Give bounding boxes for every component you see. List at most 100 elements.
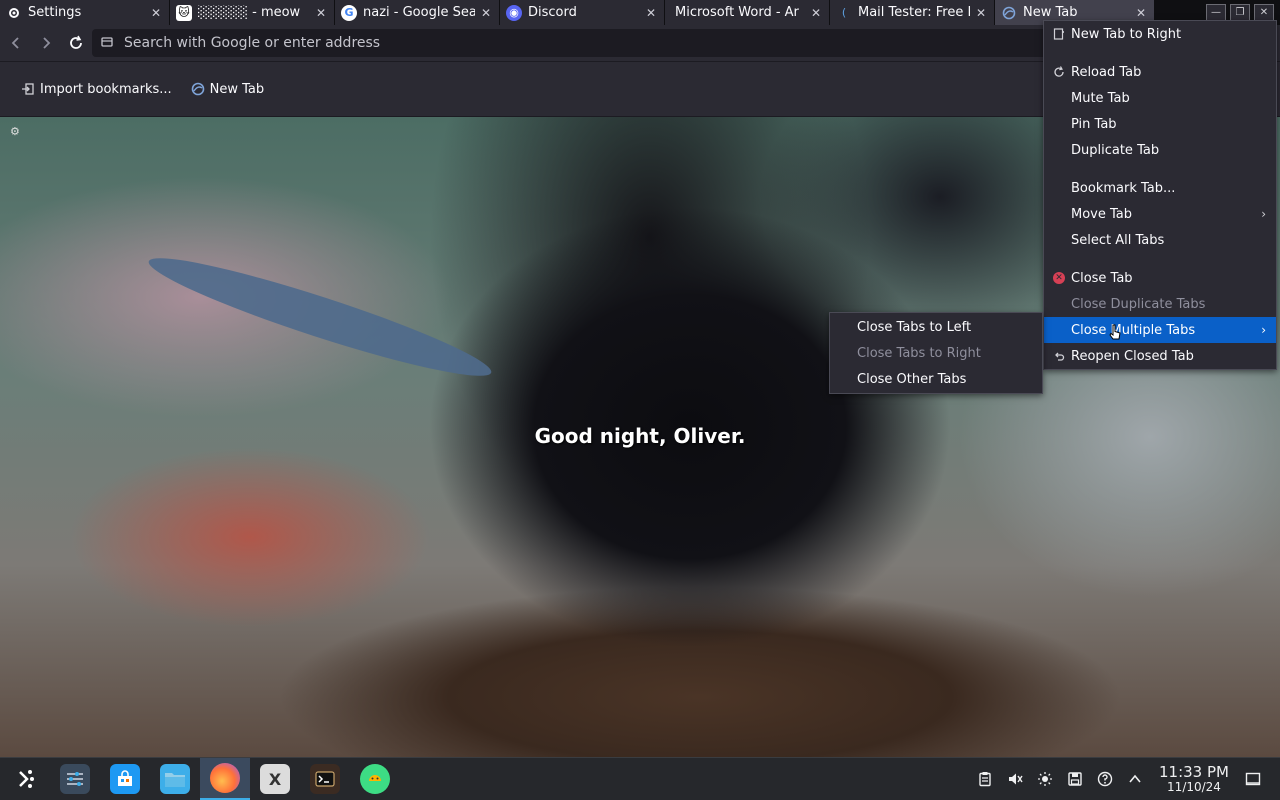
menu-pin-tab[interactable]: Pin Tab xyxy=(1044,111,1276,137)
menu-label: Close Tabs to Left xyxy=(857,319,972,335)
forward-icon[interactable] xyxy=(32,29,60,57)
menu-new-tab-right[interactable]: New Tab to Right xyxy=(1044,21,1276,47)
tab-google-search[interactable]: G nazi - Google Search ✕ xyxy=(335,0,500,25)
taskbar-file-manager[interactable] xyxy=(150,758,200,800)
tab-title: Mail Tester: Free E xyxy=(858,5,970,20)
restore-icon[interactable]: ❐ xyxy=(1230,3,1250,22)
taskbar-xsane[interactable]: X xyxy=(250,758,300,800)
menu-label: Reopen Closed Tab xyxy=(1071,348,1194,364)
url-input[interactable] xyxy=(124,35,924,51)
menu-label: Close Duplicate Tabs xyxy=(1071,296,1206,312)
close-multiple-submenu: Close Tabs to Left Close Tabs to Right C… xyxy=(829,312,1043,394)
menu-separator xyxy=(1044,253,1276,265)
screen: Settings ✕ 🐱 ░░░░░ - meow ✕ G nazi - Goo… xyxy=(0,0,1280,800)
taskbar-firefox[interactable] xyxy=(200,758,250,800)
menu-select-all-tabs[interactable]: Select All Tabs xyxy=(1044,227,1276,253)
menu-label: Mute Tab xyxy=(1071,90,1130,106)
google-icon: G xyxy=(341,4,357,21)
menu-mute-tab[interactable]: Mute Tab xyxy=(1044,85,1276,111)
cat-icon: 🐱 xyxy=(176,4,192,21)
tab-microsoft-word[interactable]: Microsoft Word - Ar ✕ xyxy=(665,0,830,25)
clipboard-icon[interactable] xyxy=(970,764,1000,794)
menu-separator xyxy=(1044,47,1276,59)
bookmark-label: Import bookmarks... xyxy=(40,81,172,97)
close-icon[interactable]: ✕ xyxy=(149,6,163,20)
show-desktop-icon[interactable] xyxy=(1238,764,1268,794)
help-icon[interactable] xyxy=(1090,764,1120,794)
app-launcher-button[interactable] xyxy=(0,758,50,800)
import-icon xyxy=(20,81,36,97)
bowl-rim-decoration xyxy=(142,242,498,392)
menu-label: Reload Tab xyxy=(1071,64,1142,80)
menu-label: Select All Tabs xyxy=(1071,232,1165,248)
back-icon[interactable] xyxy=(2,29,30,57)
menu-close-other-tabs[interactable]: Close Other Tabs xyxy=(830,366,1042,392)
firefox-tab-icon xyxy=(1001,5,1017,21)
tab-discord[interactable]: ◉ Discord ✕ xyxy=(500,0,665,25)
chevron-up-icon[interactable] xyxy=(1120,764,1150,794)
brightness-icon[interactable] xyxy=(1030,764,1060,794)
gear-icon xyxy=(6,5,22,21)
settings-icon[interactable]: ⚙ xyxy=(10,125,22,138)
android-icon xyxy=(360,764,390,794)
menu-label: Close Tab xyxy=(1071,270,1133,286)
taskbar-terminal[interactable] xyxy=(300,758,350,800)
volume-muted-icon[interactable] xyxy=(1000,764,1030,794)
tab-context-menu: New Tab to Right Reload Tab Mute Tab Pin… xyxy=(1043,20,1277,370)
menu-close-tab[interactable]: ✕ Close Tab xyxy=(1044,265,1276,291)
chevron-right-icon: › xyxy=(1261,207,1266,221)
taskbar-android-app[interactable] xyxy=(350,758,400,800)
clock-date: 11/10/24 xyxy=(1167,779,1221,794)
menu-reload-tab[interactable]: Reload Tab xyxy=(1044,59,1276,85)
undo-icon xyxy=(1052,349,1066,363)
menu-label: New Tab to Right xyxy=(1071,26,1182,42)
save-disk-icon[interactable] xyxy=(1060,764,1090,794)
taskbar-discover[interactable] xyxy=(100,758,150,800)
close-icon[interactable]: ✕ xyxy=(974,6,988,20)
close-window-icon[interactable]: ✕ xyxy=(1254,3,1274,22)
minimize-icon[interactable]: — xyxy=(1206,3,1226,22)
reload-icon xyxy=(1052,65,1066,79)
menu-label: Pin Tab xyxy=(1071,116,1117,132)
chevron-right-icon: › xyxy=(1261,323,1266,337)
menu-close-multiple-tabs[interactable]: Close Multiple Tabs › xyxy=(1044,317,1276,343)
tab-settings[interactable]: Settings ✕ xyxy=(0,0,170,25)
menu-label: Close Other Tabs xyxy=(857,371,967,387)
menu-separator xyxy=(1044,163,1276,175)
reload-icon[interactable] xyxy=(62,29,90,57)
discord-icon: ◉ xyxy=(506,4,522,21)
menu-move-tab[interactable]: Move Tab › xyxy=(1044,201,1276,227)
menu-bookmark-tab[interactable]: Bookmark Tab... xyxy=(1044,175,1276,201)
bookmark-label: New Tab xyxy=(209,81,265,97)
tab-title: Settings xyxy=(28,5,82,20)
tab-mail-tester[interactable]: ( Mail Tester: Free E ✕ xyxy=(830,0,995,25)
menu-reopen-closed-tab[interactable]: Reopen Closed Tab xyxy=(1044,343,1276,369)
sliders-icon xyxy=(60,764,90,794)
folder-icon xyxy=(160,764,190,794)
close-icon[interactable]: ✕ xyxy=(1134,6,1148,20)
close-icon[interactable]: ✕ xyxy=(479,6,493,20)
bookmark-new-tab[interactable]: New Tab xyxy=(184,77,271,101)
menu-label: Close Multiple Tabs xyxy=(1071,322,1196,338)
tab-title: New Tab xyxy=(1023,5,1078,20)
tab-meow[interactable]: 🐱 ░░░░░ - meow ✕ xyxy=(170,0,335,25)
close-icon[interactable]: ✕ xyxy=(644,6,658,20)
bookmark-import[interactable]: Import bookmarks... xyxy=(14,77,178,101)
tab-title: Microsoft Word - Ar xyxy=(675,5,799,20)
menu-duplicate-tab[interactable]: Duplicate Tab xyxy=(1044,137,1276,163)
mouse-cursor-icon xyxy=(1109,324,1121,340)
taskbar-system-settings[interactable] xyxy=(50,758,100,800)
close-icon[interactable]: ✕ xyxy=(314,6,328,20)
new-tab-icon xyxy=(1052,27,1066,41)
close-circle-icon: ✕ xyxy=(1052,271,1066,285)
tab-title: ░░░░░ - meow xyxy=(198,5,301,20)
url-bar[interactable] xyxy=(92,29,1052,57)
menu-close-tabs-left[interactable]: Close Tabs to Left xyxy=(830,314,1042,340)
close-icon[interactable]: ✕ xyxy=(809,6,823,20)
clock[interactable]: 11:33 PM 11/10/24 xyxy=(1154,764,1234,794)
system-tray: 11:33 PM 11/10/24 xyxy=(970,758,1280,800)
caption-text: Good night, Oliver. xyxy=(534,424,746,448)
page-icon xyxy=(100,35,116,51)
menu-label: Close Tabs to Right xyxy=(857,345,981,361)
mail-tester-icon: ( xyxy=(841,6,847,19)
